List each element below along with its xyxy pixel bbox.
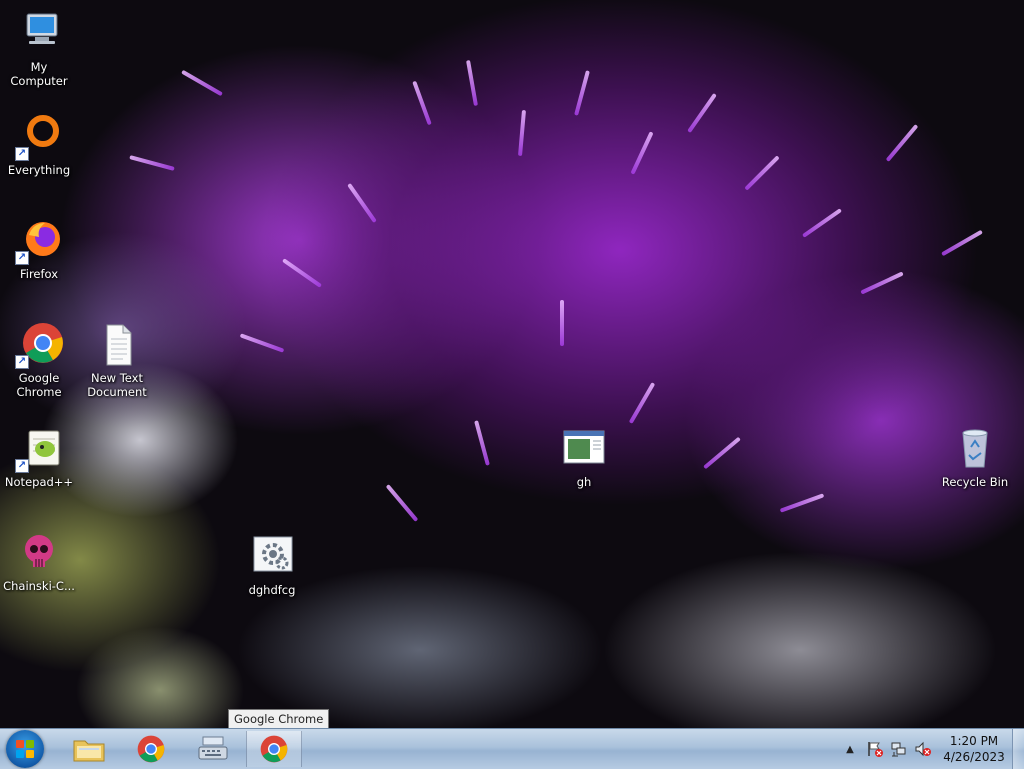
desktop-icon-everything[interactable]: ↗ Everything — [1, 113, 77, 177]
taskbar-button-chrome-pinned[interactable] — [124, 731, 178, 767]
keyboard-icon — [198, 736, 228, 760]
shortcut-arrow-icon: ↗ — [15, 459, 29, 473]
desktop-icon-chainski[interactable]: Chainski-C... — [1, 529, 77, 593]
taskbar-button-keyboard[interactable] — [186, 731, 240, 767]
text-document-icon — [93, 321, 141, 369]
firefox-icon: ↗ — [15, 217, 63, 265]
desktop-icon-label: Notepad++ — [4, 475, 74, 489]
desktop-icon-google-chrome[interactable]: ↗ Google Chrome — [1, 321, 77, 399]
clock-time: 1:20 PM — [949, 734, 999, 748]
desktop-icon-notepadpp[interactable]: ↗ Notepad++ — [1, 425, 77, 489]
taskbar-button-chrome-running[interactable] — [246, 731, 302, 767]
settings-app-icon — [248, 533, 296, 581]
desktop-icon-label: Google Chrome — [16, 371, 62, 399]
chrome-icon: ↗ — [15, 321, 63, 369]
tooltip: Google Chrome — [228, 709, 330, 729]
recycle-bin-icon — [951, 425, 999, 473]
system-tray: ▲ — [842, 729, 932, 769]
desktop-icon-label: Recycle Bin — [941, 475, 1009, 489]
desktop-icon-label: Everything — [7, 163, 71, 177]
shortcut-arrow-icon: ↗ — [15, 147, 29, 161]
desktop-icon-my-computer[interactable]: My Computer — [1, 10, 77, 88]
show-hidden-icons-icon[interactable]: ▲ — [842, 741, 858, 757]
everything-icon: ↗ — [15, 113, 63, 161]
desktop-icon-recycle-bin[interactable]: Recycle Bin — [937, 425, 1013, 489]
desktop-icon-dghdfcg[interactable]: dghdfcg — [234, 533, 310, 597]
taskbar-button-explorer[interactable] — [62, 731, 116, 767]
clock[interactable]: 1:20 PM 4/26/2023 — [940, 733, 1008, 765]
computer-icon — [15, 10, 63, 58]
desktop-icon-label: My Computer — [10, 60, 68, 88]
notepadpp-icon: ↗ — [15, 425, 63, 473]
desktop-icon-firefox[interactable]: ↗ Firefox — [1, 217, 77, 281]
desktop-icon-label: gh — [576, 475, 592, 489]
chrome-icon — [260, 735, 288, 763]
desktop[interactable]: My Computer ↗ Everything ↗ Firefox ↗ Goo… — [0, 0, 1024, 729]
start-button[interactable] — [6, 730, 44, 768]
volume-muted-icon[interactable] — [914, 740, 932, 758]
desktop-icon-gh[interactable]: gh — [546, 425, 622, 489]
chrome-icon — [137, 735, 165, 763]
desktop-icon-label: New Text Document — [87, 371, 147, 399]
taskbar[interactable]: ▲ 1:20 PM 4/26/2023 — [0, 728, 1024, 769]
show-desktop-button[interactable] — [1012, 729, 1024, 769]
desktop-icon-new-text-document[interactable]: New Text Document — [79, 321, 155, 399]
shortcut-arrow-icon: ↗ — [15, 251, 29, 265]
windows-logo-icon — [16, 740, 34, 758]
folder-icon — [73, 740, 105, 762]
skull-icon — [15, 529, 63, 577]
network-icon[interactable] — [890, 740, 908, 758]
desktop-icon-label: Chainski-C... — [3, 579, 75, 593]
window-app-icon — [560, 425, 608, 473]
desktop-icon-label: Firefox — [19, 267, 59, 281]
clock-date: 4/26/2023 — [943, 750, 1005, 764]
desktop-icon-label: dghdfcg — [248, 583, 296, 597]
shortcut-arrow-icon: ↗ — [15, 355, 29, 369]
action-center-flag-icon[interactable] — [866, 740, 884, 758]
